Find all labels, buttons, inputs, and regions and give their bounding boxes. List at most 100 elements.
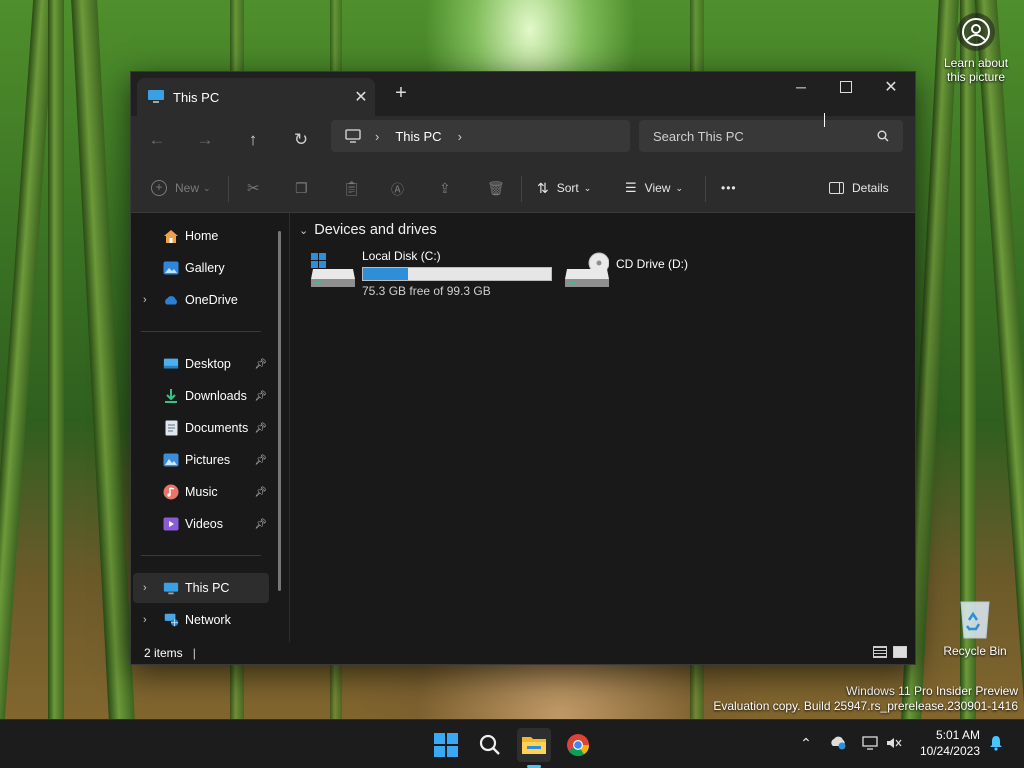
nav-item-pictures[interactable]: Pictures 📌︎ — [133, 445, 269, 475]
nav-item-music[interactable]: Music 📌︎ — [133, 477, 269, 507]
breadcrumb-chevron-end-icon[interactable]: › — [458, 129, 462, 144]
expand-chevron-icon[interactable]: › — [143, 614, 147, 626]
nav-item-desktop[interactable]: Desktop 📌︎ — [133, 349, 269, 379]
pin-icon[interactable]: 📌︎ — [254, 455, 267, 466]
separator — [228, 176, 229, 202]
share-button[interactable]: ⇪ — [439, 174, 451, 202]
nav-item-videos[interactable]: Videos 📌︎ — [133, 509, 269, 539]
nav-label: Documents — [185, 421, 249, 435]
view-button[interactable]: ☰ View ⌄ — [625, 174, 683, 202]
new-tab-button[interactable]: + — [389, 82, 413, 106]
file-explorer-taskbar-button[interactable] — [517, 728, 551, 768]
nav-divider — [141, 331, 261, 332]
maximize-button[interactable] — [823, 72, 869, 102]
expand-chevron-icon[interactable]: › — [143, 582, 147, 594]
up-arrow-icon: ↑ — [248, 130, 258, 149]
close-window-button[interactable]: ✕ — [868, 72, 914, 102]
trash-icon: 🗑︎ — [487, 179, 505, 196]
onedrive-tray-icon[interactable] — [828, 733, 848, 753]
nav-scrollbar[interactable] — [278, 231, 281, 591]
copy-icon: ❐ — [295, 179, 308, 196]
pin-icon[interactable]: 📌︎ — [254, 487, 267, 498]
camera-pin-icon — [957, 13, 995, 51]
new-button[interactable]: + New ⌄ — [151, 174, 211, 202]
monitor-icon — [345, 129, 361, 143]
item-count: 2 items — [144, 646, 183, 660]
pin-icon[interactable]: 📌︎ — [254, 391, 267, 402]
rename-icon: Ⓐ — [391, 181, 405, 197]
clock[interactable]: 5:01 AM 10/24/2023 — [920, 727, 980, 759]
expand-chevron-icon[interactable]: › — [143, 294, 147, 306]
details-label: Details — [852, 181, 889, 195]
delete-button[interactable]: 🗑︎ — [487, 174, 505, 202]
nav-item-documents[interactable]: Documents 📌︎ — [133, 413, 269, 443]
more-options-button[interactable]: ••• — [721, 174, 737, 202]
nav-item-home[interactable]: Home — [133, 221, 269, 251]
breadcrumb-this-pc[interactable]: This PC — [395, 129, 441, 144]
pin-icon[interactable]: 📌︎ — [254, 423, 267, 434]
group-header-devices[interactable]: ⌄ Devices and drives — [299, 222, 437, 238]
pictures-icon — [163, 452, 179, 468]
monitor-network-icon — [862, 736, 878, 750]
show-hidden-icons-button[interactable]: ⌃ — [796, 733, 816, 753]
details-pane-icon — [829, 182, 844, 194]
nav-item-gallery[interactable]: Gallery — [133, 253, 269, 283]
new-label: New — [175, 181, 200, 195]
search-input[interactable]: Search This PC — [653, 129, 877, 144]
status-bar: 2 items | — [131, 642, 915, 664]
rename-button[interactable]: Ⓐ — [391, 174, 404, 202]
title-bar: This PC ✕ + ─ ✕ — [131, 72, 915, 116]
folder-icon — [522, 737, 546, 754]
large-icons-view-icon[interactable] — [893, 646, 907, 658]
tab-this-pc[interactable]: This PC ✕ — [137, 78, 375, 116]
network-tray-icon[interactable] — [860, 733, 880, 753]
separator — [705, 176, 706, 202]
recycle-bin-label: Recycle Bin — [943, 644, 1007, 658]
pin-icon[interactable]: 📌︎ — [254, 359, 267, 370]
tab-close-icon[interactable]: ✕ — [347, 87, 375, 107]
cut-button[interactable]: ✂ — [247, 174, 260, 202]
pin-icon[interactable]: 📌︎ — [254, 519, 267, 530]
nav-label: Downloads — [185, 389, 247, 403]
minimize-button[interactable]: ─ — [778, 72, 824, 102]
learn-about-picture[interactable]: Learn about this picture — [938, 12, 1014, 84]
sort-button[interactable]: ⇅ Sort ⌄ — [537, 174, 591, 202]
drive-name: Local Disk (C:) — [362, 249, 441, 263]
paste-button[interactable]: 📋︎ — [343, 174, 361, 202]
details-view-icon[interactable] — [873, 646, 887, 658]
nav-item-downloads[interactable]: Downloads 📌︎ — [133, 381, 269, 411]
address-bar[interactable]: › This PC › — [331, 120, 630, 152]
notifications-button[interactable] — [986, 733, 1006, 753]
search-box[interactable]: Search This PC — [639, 120, 903, 152]
nav-item-network[interactable]: › Network — [133, 605, 269, 635]
nav-item-onedrive[interactable]: › OneDrive — [133, 285, 269, 315]
network-icon — [163, 612, 179, 628]
new-plus-icon: + — [151, 180, 167, 196]
bell-icon — [990, 736, 1002, 751]
start-button[interactable] — [429, 728, 463, 762]
pane-splitter[interactable] — [289, 213, 290, 642]
nav-label: OneDrive — [185, 293, 238, 307]
this-pc-icon — [163, 580, 179, 596]
content-pane: ⌄ Devices and drives Local Disk (C:) 75.… — [291, 213, 915, 642]
drive-local-disk-c[interactable]: Local Disk (C:) 75.3 GB free of 99.3 GB — [311, 249, 552, 298]
nav-divider — [141, 555, 261, 556]
minimize-icon: ─ — [796, 79, 806, 95]
search-taskbar-button[interactable] — [473, 728, 507, 762]
up-button[interactable]: ↑ — [237, 126, 269, 154]
watermark-build: Evaluation copy. Build 25947.rs_prerelea… — [713, 699, 1018, 713]
cd-drive-icon — [565, 252, 609, 287]
copy-button[interactable]: ❐ — [295, 174, 308, 202]
nav-item-this-pc[interactable]: › This PC — [133, 573, 269, 603]
refresh-button[interactable]: ↻ — [285, 126, 317, 154]
nav-label: Gallery — [185, 261, 225, 275]
recycle-bin[interactable]: Recycle Bin — [938, 596, 1012, 658]
drive-cd-d[interactable]: CD Drive (D:) — [565, 249, 688, 289]
chrome-taskbar-button[interactable] — [561, 728, 595, 762]
documents-icon — [163, 420, 179, 436]
volume-tray-icon[interactable] — [884, 733, 904, 753]
forward-button[interactable]: → — [189, 126, 221, 154]
back-button[interactable]: ← — [141, 126, 173, 154]
details-button[interactable]: Details — [829, 174, 889, 202]
drive-free-space: 75.3 GB free of 99.3 GB — [362, 284, 491, 298]
